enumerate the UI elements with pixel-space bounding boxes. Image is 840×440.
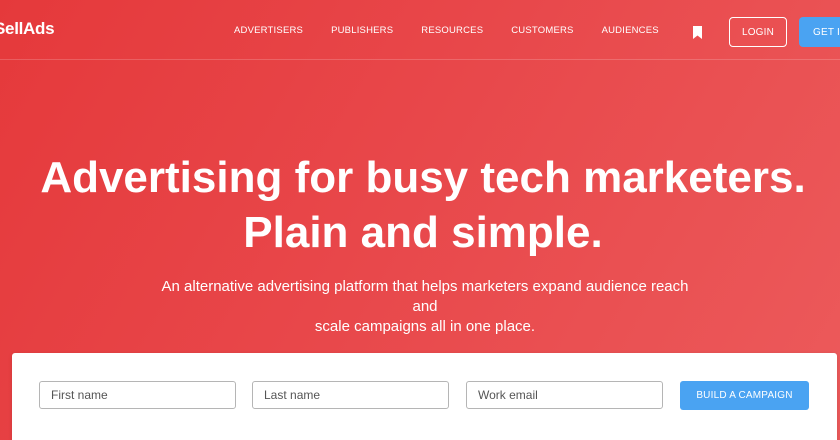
headline-line-2: Plain and simple. (243, 208, 603, 257)
nav-item-audiences[interactable]: AUDIENCES (602, 25, 659, 36)
hero-headline: Advertising for busy tech marketers. Pla… (0, 150, 840, 260)
main-nav: ADVERTISERS PUBLISHERS RESOURCES CUSTOME… (234, 25, 687, 36)
nav-item-publishers[interactable]: PUBLISHERS (331, 25, 393, 36)
login-button[interactable]: LOGIN (729, 17, 787, 47)
hero-subtext: An alternative advertising platform that… (155, 277, 695, 337)
first-name-input[interactable] (39, 381, 236, 409)
work-email-input[interactable] (466, 381, 663, 409)
nav-item-customers[interactable]: CUSTOMERS (511, 25, 573, 36)
headline-line-1: Advertising for busy tech marketers. (40, 153, 806, 202)
get-in-touch-button[interactable]: GET IN (799, 17, 840, 47)
subtext-line-2: scale campaigns all in one place. (314, 318, 536, 335)
subtext-line-1: An alternative advertising platform that… (161, 278, 689, 315)
build-campaign-button[interactable]: BUILD A CAMPAIGN (680, 381, 809, 410)
brand-logo[interactable]: SellAds (0, 19, 55, 39)
bookmark-icon[interactable] (692, 26, 703, 39)
nav-item-resources[interactable]: RESOURCES (421, 25, 483, 36)
nav-item-advertisers[interactable]: ADVERTISERS (234, 25, 303, 36)
campaign-signup-form: BUILD A CAMPAIGN (12, 353, 837, 440)
top-navigation-bar: SellAds ADVERTISERS PUBLISHERS RESOURCES… (0, 0, 840, 60)
last-name-input[interactable] (252, 381, 449, 409)
